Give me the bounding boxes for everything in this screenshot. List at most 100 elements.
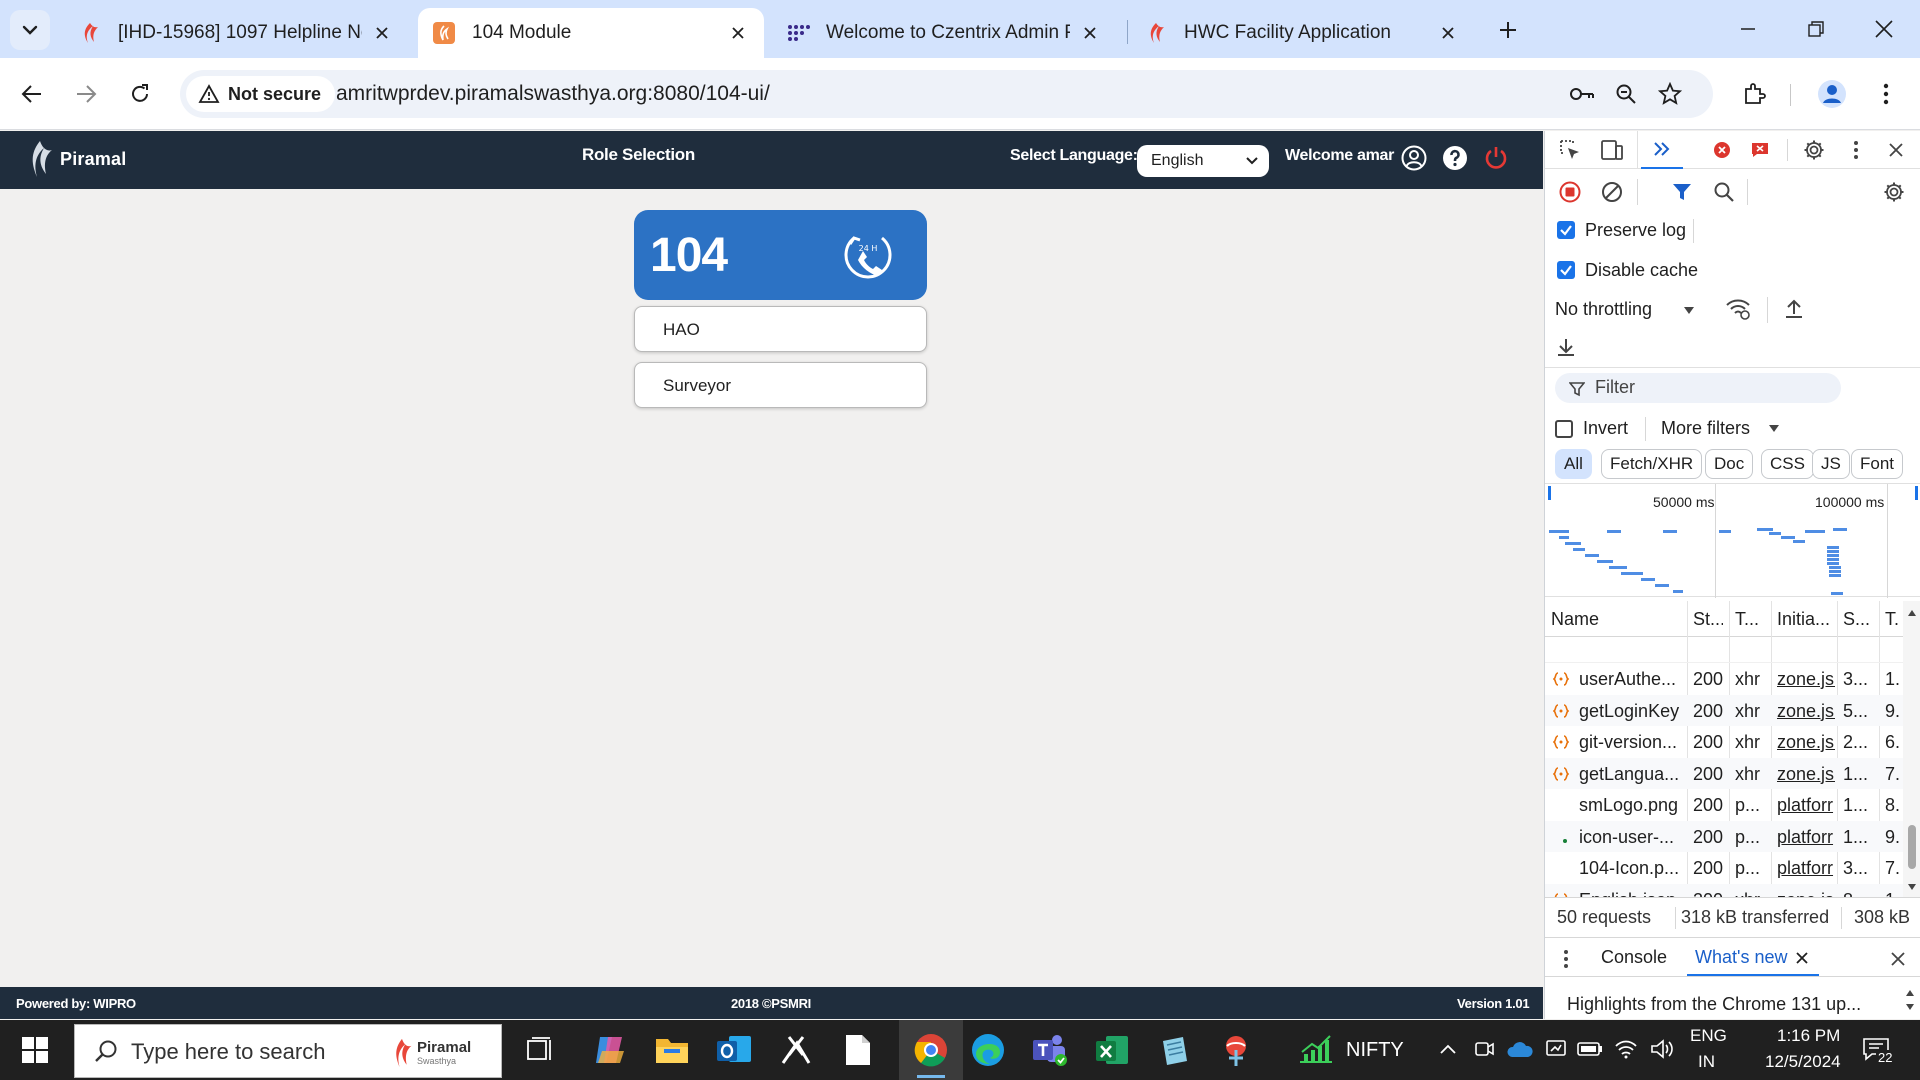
chevron-up-icon[interactable] bbox=[1434, 1034, 1462, 1064]
type-filter-all[interactable]: All bbox=[1555, 449, 1592, 479]
stock-label[interactable]: NIFTY bbox=[1346, 1039, 1404, 1062]
settings-gear-icon[interactable] bbox=[1799, 135, 1829, 165]
table-row[interactable]: smLogo.png 200 p... platforr 1... 8. bbox=[1545, 789, 1903, 821]
request-initiator[interactable]: platforr bbox=[1777, 827, 1835, 848]
request-initiator[interactable]: zone.js: bbox=[1777, 890, 1835, 898]
disable-cache-checkbox[interactable] bbox=[1557, 261, 1575, 279]
column-header-status[interactable]: St... bbox=[1693, 609, 1723, 630]
requests-scrollbar[interactable] bbox=[1903, 601, 1920, 897]
close-window-button[interactable] bbox=[1850, 0, 1918, 58]
request-initiator[interactable]: platforr bbox=[1777, 795, 1835, 816]
stock-trend-icon[interactable] bbox=[1294, 1028, 1338, 1072]
network-conditions-icon[interactable] bbox=[1723, 294, 1753, 324]
edge-icon[interactable] bbox=[966, 1028, 1010, 1072]
back-button[interactable] bbox=[12, 74, 52, 114]
close-devtools-icon[interactable] bbox=[1881, 135, 1911, 165]
type-filter-js[interactable]: JS bbox=[1812, 449, 1850, 479]
profile-button[interactable] bbox=[1812, 74, 1852, 114]
request-initiator[interactable]: zone.js: bbox=[1777, 669, 1835, 690]
filter-funnel-icon[interactable] bbox=[1667, 177, 1697, 207]
scrollbar-thumb[interactable] bbox=[1908, 825, 1916, 869]
url-text[interactable]: amritwprdev.piramalswasthya.org:8080/104… bbox=[336, 82, 770, 106]
drawer-tab-whats-new[interactable]: What's new bbox=[1687, 938, 1819, 976]
input-language-bottom[interactable]: IN bbox=[1698, 1052, 1715, 1072]
close-icon[interactable] bbox=[1795, 951, 1809, 965]
column-header-size[interactable]: S... bbox=[1843, 609, 1873, 630]
type-filter-font[interactable]: Font bbox=[1851, 449, 1904, 479]
export-har-icon[interactable] bbox=[1551, 332, 1581, 362]
onedrive-icon[interactable] bbox=[1506, 1034, 1534, 1064]
clock-date[interactable]: 12/5/2024 bbox=[1765, 1052, 1841, 1072]
type-filter-doc[interactable]: Doc bbox=[1705, 449, 1754, 479]
device-icon[interactable] bbox=[1542, 1034, 1570, 1064]
inspect-element-icon[interactable] bbox=[1555, 135, 1585, 165]
table-row[interactable]: 104-Icon.p... 200 p... platforr 3... 7. bbox=[1545, 852, 1903, 884]
more-tabs-icon[interactable] bbox=[1641, 131, 1683, 169]
column-header-initiator[interactable]: Initia... bbox=[1777, 609, 1835, 630]
taskbar-search-box[interactable]: Type here to search Piramal Swasthya bbox=[74, 1024, 502, 1078]
copilot-icon[interactable] bbox=[588, 1028, 632, 1072]
new-tab-button[interactable] bbox=[1492, 14, 1524, 46]
request-initiator[interactable]: zone.js: bbox=[1777, 732, 1835, 753]
browser-tab-helpline[interactable]: [IHD-15968] 1097 Helpline No c bbox=[64, 8, 408, 58]
issues-icon[interactable] bbox=[1745, 135, 1775, 165]
table-row[interactable]: getLangua... 200 xhr zone.js: 1... 7. bbox=[1545, 757, 1903, 789]
meet-now-icon[interactable] bbox=[1470, 1034, 1498, 1064]
zoom-icon[interactable] bbox=[1610, 78, 1642, 110]
notepad-icon[interactable] bbox=[836, 1028, 880, 1072]
outlook-icon[interactable] bbox=[712, 1028, 756, 1072]
type-filter-css[interactable]: CSS bbox=[1761, 449, 1814, 479]
drawer-menu-icon[interactable] bbox=[1551, 944, 1581, 974]
browser-tab-104-module[interactable]: 104 Module bbox=[418, 8, 764, 58]
battery-icon[interactable] bbox=[1576, 1034, 1604, 1064]
role-button-surveyor[interactable]: Surveyor bbox=[634, 362, 927, 408]
snipping-tool-icon[interactable] bbox=[774, 1028, 818, 1072]
import-har-icon[interactable] bbox=[1779, 294, 1809, 324]
notes-app-icon[interactable] bbox=[1152, 1028, 1196, 1072]
column-header-name[interactable]: Name bbox=[1551, 609, 1659, 630]
preserve-log-checkbox[interactable] bbox=[1557, 221, 1575, 239]
search-icon[interactable] bbox=[1709, 177, 1739, 207]
file-explorer-icon[interactable] bbox=[650, 1028, 694, 1072]
table-row[interactable]: English.json 200 xhr zone.js: 8... 1. bbox=[1545, 883, 1903, 898]
start-button[interactable] bbox=[14, 1034, 54, 1066]
task-view-icon[interactable] bbox=[518, 1028, 562, 1072]
help-icon[interactable] bbox=[1440, 143, 1470, 173]
request-initiator[interactable]: platforr bbox=[1777, 858, 1835, 879]
extensions-button[interactable] bbox=[1734, 74, 1774, 114]
column-header-type[interactable]: T... bbox=[1735, 609, 1765, 630]
forward-button[interactable] bbox=[66, 74, 106, 114]
bookmark-star-icon[interactable] bbox=[1654, 78, 1686, 110]
notifications-button[interactable]: 22 bbox=[1856, 1034, 1896, 1065]
table-row[interactable]: icon-user-... 200 p... platforr 1... 9. bbox=[1545, 820, 1903, 852]
volume-icon[interactable] bbox=[1648, 1034, 1676, 1064]
reload-button[interactable] bbox=[120, 74, 160, 114]
close-icon[interactable] bbox=[726, 21, 750, 45]
network-settings-gear-icon[interactable] bbox=[1879, 177, 1909, 207]
type-filter-fetch-xhr[interactable]: Fetch/XHR bbox=[1601, 449, 1703, 479]
throttling-select[interactable]: No throttling bbox=[1555, 297, 1694, 325]
request-initiator[interactable]: zone.js: bbox=[1777, 764, 1835, 785]
tab-search-button[interactable] bbox=[10, 10, 50, 50]
security-chip[interactable]: Not secure bbox=[186, 76, 336, 112]
table-row[interactable]: git-version... 200 xhr zone.js: 2... 6. bbox=[1545, 726, 1903, 758]
password-key-icon[interactable] bbox=[1566, 78, 1598, 110]
browser-tab-hwc[interactable]: HWC Facility Application bbox=[1130, 8, 1474, 58]
chrome-menu-button[interactable] bbox=[1866, 74, 1906, 114]
column-header-time[interactable]: T. bbox=[1885, 609, 1903, 630]
device-toolbar-icon[interactable] bbox=[1597, 135, 1627, 165]
error-count-icon[interactable] bbox=[1707, 135, 1737, 165]
request-initiator[interactable]: zone.js: bbox=[1777, 701, 1835, 722]
clear-icon[interactable] bbox=[1597, 177, 1627, 207]
network-overview-timeline[interactable]: 50000 ms 100000 ms bbox=[1545, 483, 1920, 598]
close-icon[interactable] bbox=[1078, 21, 1102, 45]
more-filters-dropdown[interactable]: More filters bbox=[1661, 415, 1781, 443]
close-icon[interactable] bbox=[1436, 21, 1460, 45]
input-language-top[interactable]: ENG bbox=[1690, 1026, 1727, 1046]
invert-checkbox[interactable] bbox=[1555, 420, 1573, 438]
minimize-button[interactable] bbox=[1714, 0, 1782, 58]
table-row[interactable]: getLoginKey 200 xhr zone.js: 5... 9. bbox=[1545, 694, 1903, 726]
table-row[interactable]: userAuthe... 200 xhr zone.js: 3... 1. bbox=[1545, 663, 1903, 695]
close-drawer-icon[interactable] bbox=[1890, 951, 1906, 967]
kebab-menu-icon[interactable] bbox=[1841, 135, 1871, 165]
